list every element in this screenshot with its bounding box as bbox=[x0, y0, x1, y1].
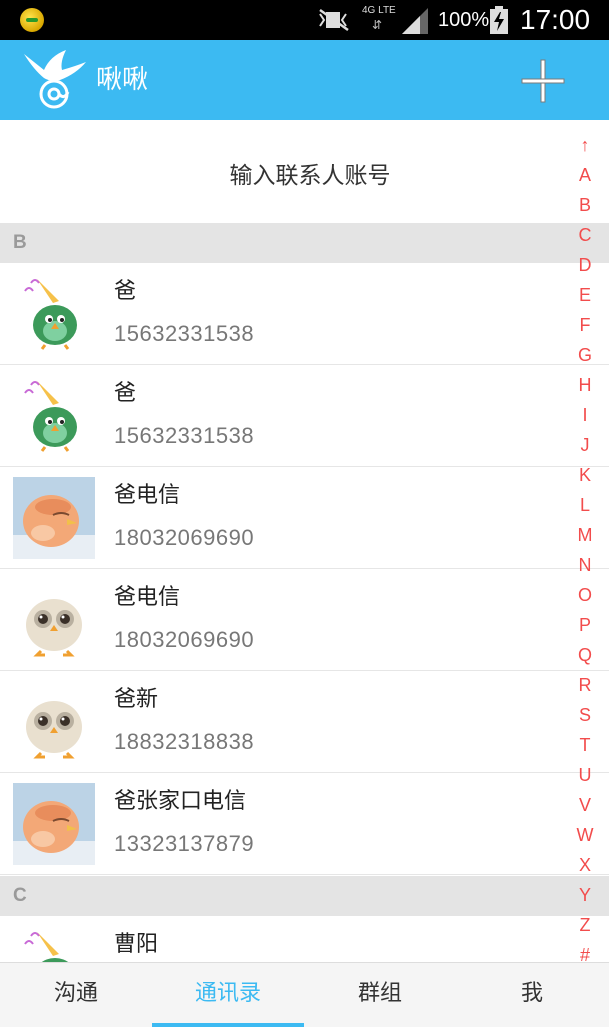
app-title: 啾啾 bbox=[96, 65, 149, 95]
avatar bbox=[13, 273, 95, 355]
contact-name: 爸电信 bbox=[114, 483, 181, 508]
contact-name: 爸电信 bbox=[114, 585, 181, 610]
contact-phone: 13323137879 bbox=[114, 831, 255, 856]
tab-chat[interactable]: 沟通 bbox=[0, 963, 152, 1027]
white-bird-avatar-icon bbox=[13, 579, 95, 661]
alpha-index-item[interactable]: Y bbox=[570, 880, 600, 910]
alpha-index-item[interactable]: D bbox=[570, 250, 600, 280]
status-bar: 4G LTE ⇵ 100% 17:00 bbox=[0, 0, 609, 40]
avatar bbox=[13, 375, 95, 457]
battery-percentage: 100% bbox=[438, 9, 490, 31]
contact-row[interactable]: 爸张家口电信 13323137879 bbox=[0, 773, 609, 875]
alpha-index-item[interactable]: Q bbox=[570, 640, 600, 670]
avatar bbox=[13, 477, 95, 559]
contact-phone: 18032069690 bbox=[114, 525, 255, 550]
green-bird-avatar-icon bbox=[13, 273, 95, 355]
contact-name: 爸新 bbox=[114, 687, 159, 712]
search-placeholder: 输入联系人账号 bbox=[229, 163, 391, 189]
green-bird-avatar-icon bbox=[13, 926, 95, 962]
tab-label: 通讯录 bbox=[194, 981, 261, 1006]
tab-label: 群组 bbox=[357, 981, 402, 1006]
section-header-b: B bbox=[0, 223, 609, 263]
white-bird-avatar-icon bbox=[13, 681, 95, 763]
battery-charging-icon bbox=[490, 6, 508, 34]
alpha-index-item[interactable]: M bbox=[570, 520, 600, 550]
tab-groups[interactable]: 群组 bbox=[304, 963, 456, 1027]
network-type-label: 4G LTE bbox=[362, 5, 396, 16]
contact-phone: 15632331538 bbox=[114, 321, 255, 346]
add-contact-button[interactable] bbox=[518, 56, 568, 106]
contact-phone: 18832318838 bbox=[114, 729, 255, 754]
alpha-index-item[interactable]: O bbox=[570, 580, 600, 610]
alpha-index-item[interactable]: E bbox=[570, 280, 600, 310]
contact-row[interactable]: 爸电信 18032069690 bbox=[0, 569, 609, 671]
app-bar: 啾啾 bbox=[0, 40, 609, 120]
alpha-index-item[interactable]: S bbox=[570, 700, 600, 730]
contact-phone: 15632331538 bbox=[114, 423, 255, 448]
alphabet-index[interactable]: ↑ A B C D E F G H I J K L M N O P Q R S T U V W X Y Z # bbox=[570, 130, 600, 970]
tab-me[interactable]: 我 bbox=[456, 963, 608, 1027]
clock: 17:00 bbox=[520, 4, 591, 35]
alpha-index-item[interactable]: R bbox=[570, 670, 600, 700]
section-letter: C bbox=[13, 885, 27, 906]
avatar bbox=[13, 783, 95, 865]
alpha-index-item[interactable]: J bbox=[570, 430, 600, 460]
alpha-index-item[interactable]: W bbox=[570, 820, 600, 850]
alpha-index-item[interactable]: U bbox=[570, 760, 600, 790]
alpha-index-item[interactable]: N bbox=[570, 550, 600, 580]
alpha-index-item[interactable]: F bbox=[570, 310, 600, 340]
alpha-index-item[interactable]: V bbox=[570, 790, 600, 820]
contact-name: 爸 bbox=[114, 381, 137, 406]
alpha-index-item[interactable]: H bbox=[570, 370, 600, 400]
contact-row[interactable]: 爸 15632331538 bbox=[0, 263, 609, 365]
alpha-index-item[interactable]: X bbox=[570, 850, 600, 880]
avatar bbox=[13, 579, 95, 661]
tab-contacts[interactable]: 通讯录 bbox=[152, 963, 304, 1027]
tab-label: 沟通 bbox=[53, 981, 98, 1006]
alpha-index-item[interactable]: A bbox=[570, 160, 600, 190]
section-header-c: C bbox=[0, 876, 609, 916]
green-bird-avatar-icon bbox=[13, 375, 95, 457]
section-letter: B bbox=[13, 232, 27, 253]
alpha-index-item[interactable]: P bbox=[570, 610, 600, 640]
contact-name: 爸 bbox=[114, 279, 137, 304]
contact-phone: 18032069690 bbox=[114, 627, 255, 652]
alpha-index-item[interactable]: Z bbox=[570, 910, 600, 940]
contact-name: 曹阳 bbox=[114, 932, 159, 957]
tab-label: 我 bbox=[520, 981, 543, 1006]
orange-bird-avatar-icon bbox=[13, 477, 95, 559]
alpha-index-item[interactable]: G bbox=[570, 340, 600, 370]
contact-row[interactable]: 曹阳 bbox=[0, 916, 609, 962]
contact-row[interactable]: 爸 15632331538 bbox=[0, 365, 609, 467]
network-type-icon: 4G LTE ⇵ bbox=[362, 5, 396, 32]
search-contact-field[interactable]: 输入联系人账号 bbox=[0, 120, 609, 223]
alpha-index-item[interactable]: I bbox=[570, 400, 600, 430]
alpha-index-item[interactable]: B bbox=[570, 190, 600, 220]
orange-bird-avatar-icon bbox=[13, 783, 95, 865]
alpha-index-item[interactable]: K bbox=[570, 460, 600, 490]
data-arrows-icon: ⇵ bbox=[372, 18, 383, 32]
alpha-index-item[interactable]: C bbox=[570, 220, 600, 250]
avatar bbox=[13, 926, 95, 962]
contact-name: 爸张家口电信 bbox=[114, 789, 247, 814]
alpha-index-item[interactable]: L bbox=[570, 490, 600, 520]
active-tab-indicator bbox=[152, 1023, 304, 1027]
signal-icon bbox=[402, 8, 428, 34]
contact-row[interactable]: 爸电信 18032069690 bbox=[0, 467, 609, 569]
app-notification-icon bbox=[20, 8, 44, 32]
vibrate-mute-icon bbox=[319, 8, 349, 32]
alpha-index-item[interactable]: T bbox=[570, 730, 600, 760]
bottom-tab-bar: 沟通 通讯录 群组 我 bbox=[0, 962, 609, 1027]
bird-logo-icon bbox=[24, 50, 86, 109]
avatar bbox=[13, 681, 95, 763]
alpha-index-item[interactable]: ↑ bbox=[570, 130, 600, 160]
contact-row[interactable]: 爸新 18832318838 bbox=[0, 671, 609, 773]
